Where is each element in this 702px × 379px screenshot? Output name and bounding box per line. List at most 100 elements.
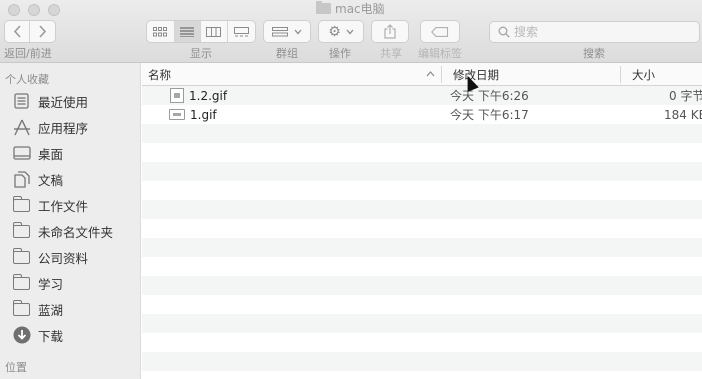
gif-file-icon — [169, 109, 185, 120]
close-window-button[interactable] — [8, 4, 20, 16]
name-column-header[interactable]: 名称 — [148, 63, 438, 86]
empty-row — [142, 333, 702, 352]
sidebar-item-work-files[interactable]: 工作文件 — [12, 194, 140, 216]
sidebar-item-untitled-folder[interactable]: 未命名文件夹 — [12, 220, 140, 242]
sidebar-item-label: 下载 — [38, 328, 64, 344]
sidebar-item-study[interactable]: 学习 — [12, 272, 140, 294]
favorites-heading: 个人收藏 — [5, 73, 49, 86]
list-view-button[interactable] — [174, 21, 202, 42]
folder-icon — [12, 299, 31, 318]
file-size: 184 KB — [664, 107, 702, 122]
chevron-right-icon — [39, 25, 47, 38]
empty-row — [142, 200, 702, 219]
icon-view-icon — [153, 26, 168, 36]
file-name-cell: 1.gif — [169, 105, 217, 124]
edit-tags-button[interactable] — [420, 20, 460, 43]
back-button[interactable] — [5, 21, 31, 42]
file-list: 名称 修改日期 大小 1.2.gif 今天 下午6:26 0 字节 1.gif … — [142, 63, 702, 379]
nav-label: 返回/前进 — [4, 47, 52, 60]
empty-row — [142, 162, 702, 181]
sidebar-item-applications[interactable]: 应用程序 — [12, 116, 140, 138]
toolbar: mac电脑 返回/前进 显示 群组 ⚙ 操作 共享 编辑标签 搜索 搜索 — [0, 0, 702, 63]
forward-button[interactable] — [30, 21, 55, 42]
gallery-view-icon — [233, 26, 249, 36]
action-button-inner: ⚙ — [319, 21, 363, 42]
chevron-left-icon — [13, 25, 21, 38]
sidebar: 个人收藏 最近使用 应用程序 桌面 文稿 工作文件 未命名文件夹 公司资料 学习… — [0, 63, 141, 379]
column-divider[interactable] — [620, 66, 621, 83]
sidebar-item-desktop[interactable]: 桌面 — [12, 142, 140, 164]
folder-icon — [12, 221, 31, 240]
sidebar-item-downloads[interactable]: 下载 — [12, 324, 140, 346]
file-row[interactable]: 1.2.gif 今天 下午6:26 0 字节 — [142, 86, 702, 105]
file-row[interactable]: 1.gif 今天 下午6:17 184 KB — [142, 105, 702, 124]
search-field[interactable] — [489, 21, 700, 43]
view-mode-control — [146, 20, 256, 43]
empty-row — [142, 314, 702, 333]
sidebar-item-label: 工作文件 — [38, 198, 89, 214]
folder-icon — [12, 195, 31, 214]
action-button[interactable]: ⚙ — [318, 20, 364, 43]
edit-tags-button-inner — [421, 21, 459, 42]
search-icon — [498, 26, 510, 38]
group-label: 群组 — [276, 47, 298, 60]
list-view-icon — [180, 26, 195, 37]
column-divider[interactable] — [441, 66, 442, 83]
folder-icon — [12, 247, 31, 266]
view-label: 显示 — [190, 47, 212, 60]
window-title-text: mac电脑 — [335, 1, 385, 16]
action-label: 操作 — [329, 47, 351, 60]
locations-heading: 位置 — [5, 361, 27, 374]
sidebar-item-label: 公司资料 — [38, 250, 89, 266]
documents-icon — [12, 170, 31, 188]
empty-row — [142, 219, 702, 238]
zoom-window-button[interactable] — [48, 4, 60, 16]
empty-row — [142, 181, 702, 200]
chevron-down-icon — [346, 29, 354, 34]
size-column-header[interactable]: 大小 — [632, 63, 702, 86]
empty-row — [142, 143, 702, 162]
sidebar-item-company-docs[interactable]: 公司资料 — [12, 246, 140, 268]
share-button-inner — [372, 21, 408, 42]
file-name-cell: 1.2.gif — [170, 86, 227, 105]
gear-icon: ⚙ — [328, 23, 341, 40]
name-column-label: 名称 — [148, 67, 171, 82]
file-rows: 1.2.gif 今天 下午6:26 0 字节 1.gif 今天 下午6:17 1… — [142, 86, 702, 379]
sidebar-item-label: 未命名文件夹 — [38, 224, 114, 240]
downloads-icon — [12, 326, 31, 344]
column-view-button[interactable] — [201, 21, 228, 42]
desktop-icon — [12, 145, 31, 162]
empty-row — [142, 371, 702, 379]
sidebar-item-label: 最近使用 — [38, 94, 89, 110]
sidebar-item-lanhu[interactable]: 蓝湖 — [12, 298, 140, 320]
nav-buttons — [4, 20, 56, 43]
size-column-label: 大小 — [632, 67, 655, 82]
folder-icon — [12, 273, 31, 292]
icon-view-button[interactable] — [147, 21, 175, 42]
column-header: 名称 修改日期 大小 — [142, 63, 702, 86]
empty-row — [142, 276, 702, 295]
share-icon — [384, 24, 396, 39]
empty-row — [142, 257, 702, 276]
sidebar-item-documents[interactable]: 文稿 — [12, 168, 140, 190]
minimize-window-button[interactable] — [28, 4, 40, 16]
empty-row — [142, 352, 702, 371]
file-size: 0 字节 — [669, 89, 702, 103]
file-date: 今天 下午6:17 — [450, 108, 529, 122]
group-button[interactable] — [263, 20, 311, 43]
edit-tags-label: 编辑标签 — [418, 47, 462, 60]
sidebar-item-label: 桌面 — [38, 146, 64, 162]
sidebar-item-recents[interactable]: 最近使用 — [12, 90, 140, 112]
file-name: 1.gif — [190, 107, 217, 122]
window-title: mac电脑 — [316, 0, 385, 16]
search-input[interactable] — [514, 25, 694, 39]
recents-icon — [12, 93, 31, 110]
gallery-view-button[interactable] — [228, 21, 255, 42]
group-button-inner — [264, 21, 310, 42]
share-button[interactable] — [371, 20, 409, 43]
gif-file-icon — [170, 88, 184, 103]
folder-icon — [316, 0, 331, 14]
sidebar-item-label: 蓝湖 — [38, 302, 64, 318]
empty-row — [142, 124, 702, 143]
search-label: 搜索 — [583, 47, 605, 60]
